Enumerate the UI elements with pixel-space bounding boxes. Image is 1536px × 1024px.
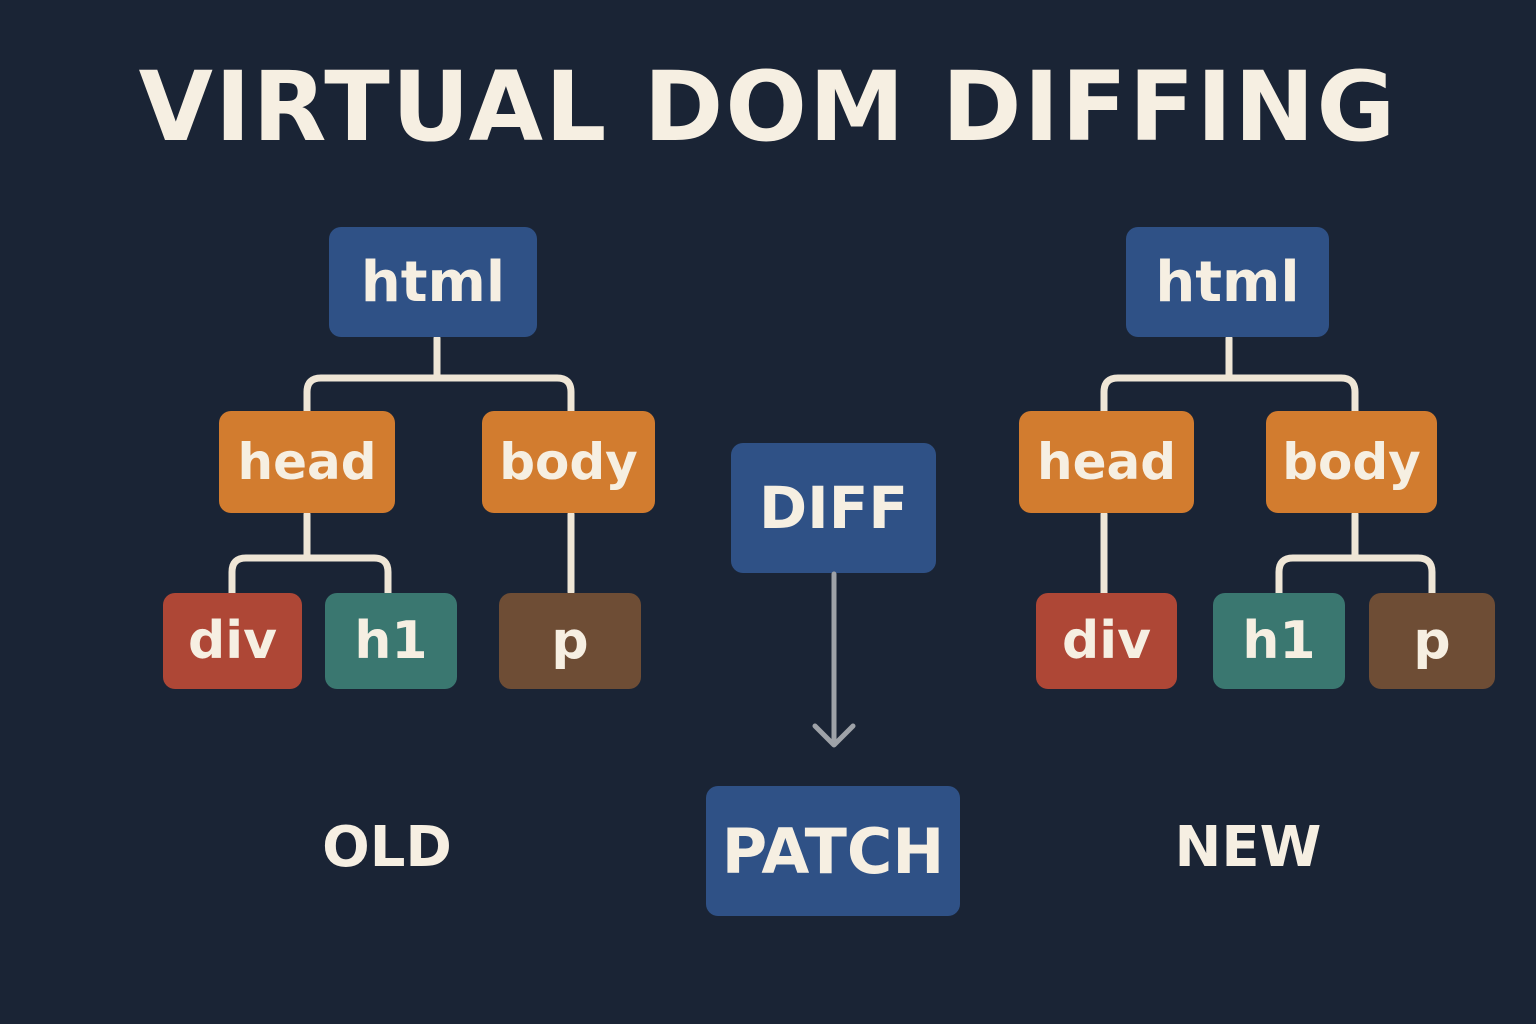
patch-label: PATCH (721, 814, 945, 888)
old-tree-label: OLD (322, 815, 452, 880)
patch-box: PATCH (706, 786, 960, 916)
new-tree-label: NEW (1174, 815, 1322, 880)
